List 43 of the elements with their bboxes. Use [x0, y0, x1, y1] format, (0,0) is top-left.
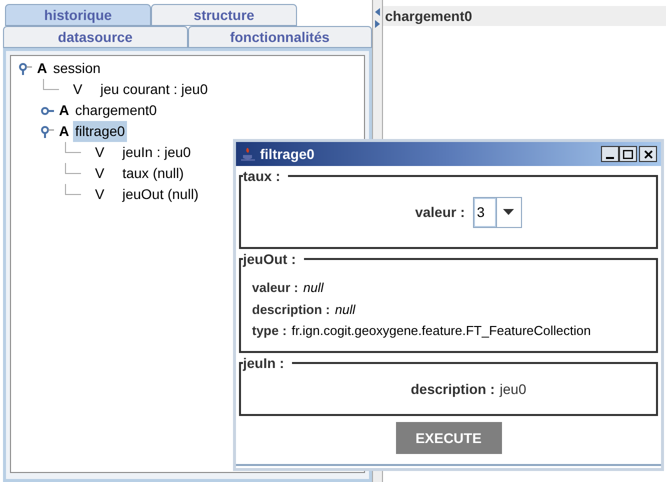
- tree-node[interactable]: jeuOut (null): [120, 184, 201, 205]
- minimize-button[interactable]: [601, 146, 619, 162]
- panel-header: chargement0: [383, 6, 666, 26]
- node-type-label: V: [95, 143, 104, 162]
- value-dropdown[interactable]: 3: [472, 196, 522, 228]
- maximize-button[interactable]: [619, 146, 637, 162]
- tab[interactable]: datasource: [3, 26, 188, 48]
- node-type-label: A: [59, 101, 70, 120]
- field-value: fr.ign.cogit.geoxygene.feature.FT_FeatureCollection: [292, 322, 591, 340]
- tree-node[interactable]: taux (null): [120, 163, 186, 184]
- close-icon: [644, 150, 652, 158]
- tab[interactable]: fonctionnalités: [188, 26, 372, 48]
- field-value: null: [335, 300, 356, 318]
- field-label: type :: [252, 322, 287, 340]
- expand-right-icon[interactable]: [375, 20, 380, 28]
- tree-toggle-icon[interactable]: [41, 126, 55, 138]
- node-type-label: V: [73, 80, 82, 99]
- field-label: valeur :: [252, 279, 298, 297]
- tree-node[interactable]: jeuIn : jeu0: [120, 142, 193, 163]
- field-value: null: [303, 279, 324, 297]
- tree-node[interactable]: filtrage0: [73, 121, 127, 142]
- field-label: description :: [410, 380, 495, 399]
- field-label: description :: [252, 300, 330, 319]
- execute-button[interactable]: EXECUTE: [396, 422, 502, 454]
- tree-node[interactable]: chargement0: [73, 100, 159, 121]
- node-type-label: V: [95, 185, 104, 204]
- node-type-label: A: [37, 59, 48, 78]
- field-value: jeu0: [500, 380, 526, 399]
- tab[interactable]: historique: [5, 4, 151, 26]
- tab[interactable]: structure: [151, 4, 297, 26]
- tree-node[interactable]: session: [51, 58, 103, 79]
- dropdown-arrow-icon: [503, 209, 514, 215]
- maximize-icon: [623, 150, 633, 158]
- collapse-left-icon[interactable]: [375, 8, 380, 16]
- minimize-icon: [606, 157, 614, 159]
- tree-toggle-icon[interactable]: [41, 104, 55, 116]
- dialog-title: filtrage0: [260, 144, 316, 164]
- tree-toggle-icon[interactable]: [19, 62, 33, 74]
- close-button[interactable]: [639, 146, 657, 162]
- field-label: valeur :: [415, 202, 465, 222]
- node-type-label: V: [95, 164, 104, 183]
- tree-node[interactable]: jeu courant : jeu0: [98, 79, 210, 100]
- node-type-label: A: [59, 122, 70, 141]
